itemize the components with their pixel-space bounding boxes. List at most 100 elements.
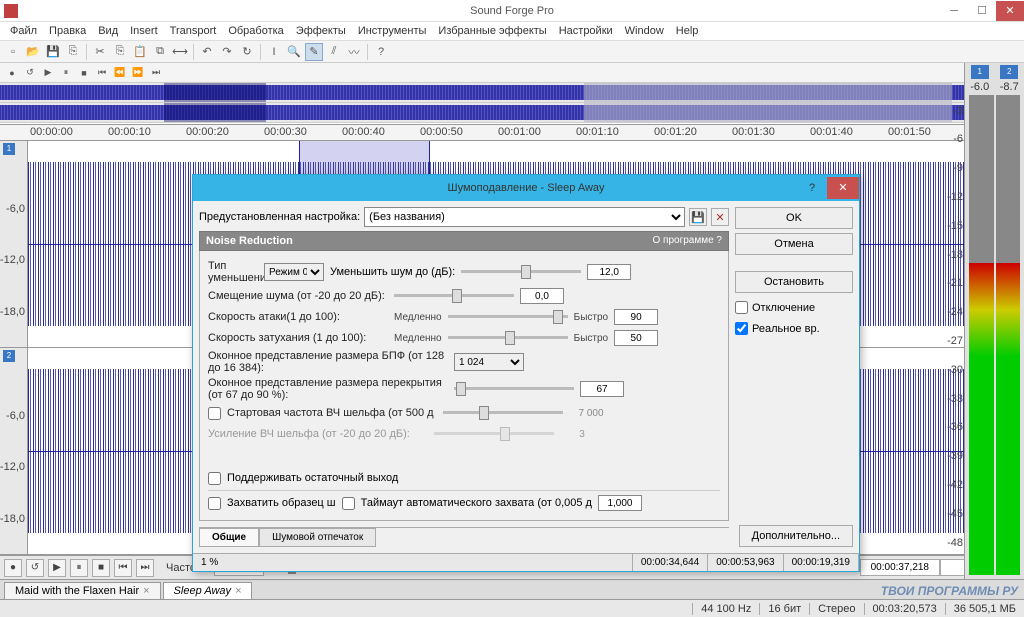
menu-process[interactable]: Обработка	[222, 25, 289, 37]
menu-file[interactable]: Файл	[4, 25, 43, 37]
ok-button[interactable]: OK	[735, 207, 853, 229]
reduce-slider[interactable]	[461, 265, 581, 279]
menu-insert[interactable]: Insert	[124, 25, 164, 37]
open-icon[interactable]: 📂	[24, 43, 42, 61]
channel-badge-1[interactable]: 1	[3, 143, 15, 155]
shelf-slider[interactable]	[443, 406, 563, 420]
forward-icon[interactable]: ⏩	[130, 65, 146, 81]
meter-badge-2[interactable]: 2	[1000, 65, 1018, 79]
record-icon[interactable]: ●	[4, 65, 20, 81]
offset-slider[interactable]	[394, 289, 514, 303]
realtime-checkbox[interactable]	[735, 322, 748, 335]
stop-icon[interactable]: ■	[76, 65, 92, 81]
status-mode: Стерео	[809, 603, 863, 615]
menu-view[interactable]: Вид	[92, 25, 124, 37]
end-icon[interactable]: ⏭	[148, 65, 164, 81]
watermark: ТВОИ ПРОГРАММЫ РУ	[881, 584, 1018, 598]
close-button[interactable]: ✕	[996, 1, 1024, 21]
overlap-slider[interactable]	[454, 382, 574, 396]
play-icon[interactable]: ▶	[40, 65, 56, 81]
loop-icon[interactable]: ↺	[22, 65, 38, 81]
close-icon[interactable]: ×	[143, 585, 149, 597]
menu-help[interactable]: Help	[670, 25, 705, 37]
trim-icon[interactable]: ⟷	[171, 43, 189, 61]
tool-pencil-icon[interactable]: ✎	[305, 43, 323, 61]
bt-record-icon[interactable]: ●	[4, 559, 22, 577]
offset-value[interactable]: 0,0	[520, 288, 564, 304]
timeline[interactable]: 00:00:00 00:00:10 00:00:20 00:00:30 00:0…	[0, 125, 964, 141]
mix-icon[interactable]: ⧉	[151, 43, 169, 61]
capture-checkbox[interactable]	[208, 497, 221, 510]
copy-icon[interactable]: ⎘	[111, 43, 129, 61]
menu-edit[interactable]: Правка	[43, 25, 92, 37]
attack-value[interactable]: 90	[614, 309, 658, 325]
menu-options[interactable]: Настройки	[553, 25, 619, 37]
tab-maid[interactable]: Maid with the Flaxen Hair×	[4, 582, 161, 599]
residual-checkbox[interactable]	[208, 472, 221, 485]
overview[interactable]	[0, 83, 1024, 125]
save-preset-icon[interactable]: 💾	[689, 208, 707, 226]
undo-icon[interactable]: ↶	[198, 43, 216, 61]
menu-effects[interactable]: Эффекты	[290, 25, 352, 37]
bt-stop-icon[interactable]: ■	[92, 559, 110, 577]
rewind-icon[interactable]: ⏪	[112, 65, 128, 81]
menu-tools[interactable]: Инструменты	[352, 25, 433, 37]
saveas-icon[interactable]: ⎘	[64, 43, 82, 61]
maximize-button[interactable]: ☐	[968, 1, 996, 21]
dialog-help-button[interactable]: ?	[799, 182, 825, 194]
shelf-value: 7 000	[569, 408, 613, 419]
tool-event-icon[interactable]: ⫽	[325, 43, 343, 61]
paste-icon[interactable]: 📋	[131, 43, 149, 61]
meter-badge-1[interactable]: 1	[971, 65, 989, 79]
dialog-time-1: 00:00:34,644	[633, 554, 708, 571]
timeout-value[interactable]: 1,000	[598, 495, 642, 511]
menu-window[interactable]: Window	[619, 25, 670, 37]
dialog-tab-general[interactable]: Общие	[199, 528, 259, 547]
help-icon[interactable]: ?	[372, 43, 390, 61]
shelf-checkbox[interactable]	[208, 407, 221, 420]
delete-preset-icon[interactable]: ✕	[711, 208, 729, 226]
pause-icon[interactable]: ⏸	[58, 65, 74, 81]
cut-icon[interactable]: ✂	[91, 43, 109, 61]
channel-badge-2[interactable]: 2	[3, 350, 15, 362]
fft-select[interactable]: 1 024	[454, 353, 524, 371]
close-icon[interactable]: ×	[235, 585, 241, 597]
bt-loop-icon[interactable]: ↺	[26, 559, 44, 577]
section-header: Noise Reduction О программе ?	[199, 231, 729, 251]
tool-zoom-icon[interactable]: 🔍	[285, 43, 303, 61]
status-size: 36 505,1 МБ	[945, 603, 1024, 615]
attack-slider[interactable]	[448, 310, 568, 324]
dialog-tab-noiseprint[interactable]: Шумовой отпечаток	[259, 528, 376, 547]
minimize-button[interactable]: ─	[940, 1, 968, 21]
menu-transport[interactable]: Transport	[164, 25, 223, 37]
new-icon[interactable]: ▫	[4, 43, 22, 61]
cancel-button[interactable]: Отмена	[735, 233, 853, 255]
tab-sleep-away[interactable]: Sleep Away×	[163, 582, 253, 599]
reduce-value[interactable]: 12,0	[587, 264, 631, 280]
reduction-type-select[interactable]: Режим 0	[264, 263, 324, 281]
release-value[interactable]: 50	[614, 330, 658, 346]
bt-start-icon[interactable]: ⏮	[114, 559, 132, 577]
overlap-value[interactable]: 67	[580, 381, 624, 397]
tool-envelope-icon[interactable]: 〰	[345, 43, 363, 61]
counter-position: 00:00:37,218	[860, 559, 940, 576]
repeat-icon[interactable]: ↻	[238, 43, 256, 61]
dialog-close-button[interactable]: ✕	[827, 177, 859, 199]
start-icon[interactable]: ⏮	[94, 65, 110, 81]
release-slider[interactable]	[448, 331, 568, 345]
timeout-checkbox[interactable]	[342, 497, 355, 510]
dialog-titlebar[interactable]: Шумоподавление - Sleep Away ? ✕	[193, 175, 859, 201]
bt-pause-icon[interactable]: ⏸	[70, 559, 88, 577]
meter-bar-2	[996, 95, 1021, 575]
advanced-button[interactable]: Дополнительно...	[739, 525, 853, 547]
bypass-checkbox[interactable]	[735, 301, 748, 314]
bt-end-icon[interactable]: ⏭	[136, 559, 154, 577]
menu-favorites[interactable]: Избранные эффекты	[432, 25, 552, 37]
stop-button[interactable]: Остановить	[735, 271, 853, 293]
save-icon[interactable]: 💾	[44, 43, 62, 61]
bt-play-icon[interactable]: ▶	[48, 559, 66, 577]
about-link[interactable]: О программе ?	[652, 235, 722, 247]
preset-select[interactable]: (Без названия)	[364, 207, 685, 227]
tool-edit-icon[interactable]: I	[265, 43, 283, 61]
redo-icon[interactable]: ↷	[218, 43, 236, 61]
